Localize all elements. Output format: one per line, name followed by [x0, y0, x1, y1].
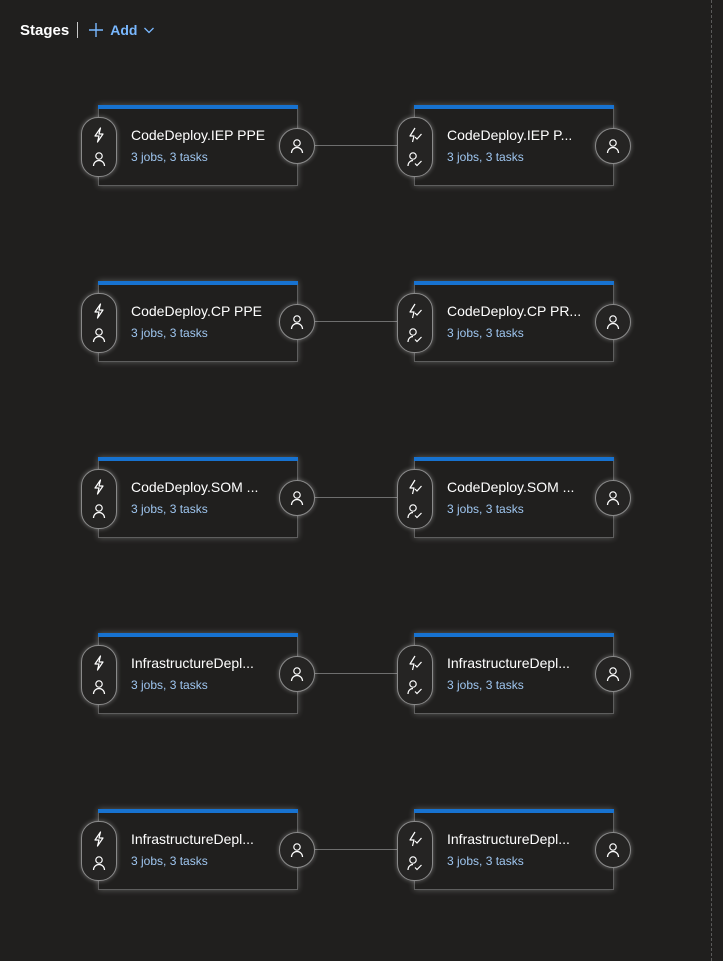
- stage-card[interactable]: CodeDeploy.SOM ... 3 jobs, 3 tasks: [397, 457, 631, 538]
- post-deployment-conditions[interactable]: [279, 304, 315, 340]
- pre-deployment-conditions[interactable]: [81, 645, 117, 705]
- person-check-icon: [407, 855, 423, 871]
- pre-deployment-conditions[interactable]: [81, 469, 117, 529]
- stage-connector: [314, 849, 398, 850]
- person-icon: [606, 666, 620, 682]
- stage-row: InfrastructureDepl... 3 jobs, 3 tasks In…: [0, 809, 723, 890]
- stage-row: InfrastructureDepl... 3 jobs, 3 tasks In…: [0, 633, 723, 714]
- pre-deployment-conditions[interactable]: [81, 821, 117, 881]
- stage-name: CodeDeploy.SOM ...: [447, 479, 575, 495]
- person-icon: [92, 151, 106, 167]
- stage-name: InfrastructureDepl...: [447, 831, 570, 847]
- stage-jobs-tasks[interactable]: 3 jobs, 3 tasks: [447, 150, 524, 164]
- lightning-icon: [92, 479, 106, 495]
- person-check-icon: [407, 679, 423, 695]
- stage-jobs-tasks[interactable]: 3 jobs, 3 tasks: [447, 678, 524, 692]
- lightning-check-icon: [407, 831, 423, 847]
- post-deployment-conditions[interactable]: [279, 480, 315, 516]
- stage-jobs-tasks[interactable]: 3 jobs, 3 tasks: [447, 854, 524, 868]
- add-label: Add: [110, 22, 138, 38]
- lightning-icon: [92, 303, 106, 319]
- pre-deployment-conditions[interactable]: [81, 293, 117, 353]
- lightning-check-icon: [407, 479, 423, 495]
- lightning-check-icon: [407, 655, 423, 671]
- post-deployment-conditions[interactable]: [279, 128, 315, 164]
- stage-jobs-tasks[interactable]: 3 jobs, 3 tasks: [447, 326, 524, 340]
- stage-card[interactable]: CodeDeploy.IEP PPE 3 jobs, 3 tasks: [81, 105, 315, 186]
- pre-deployment-conditions[interactable]: [397, 821, 433, 881]
- stage-row: CodeDeploy.IEP PPE 3 jobs, 3 tasks CodeD…: [0, 105, 723, 186]
- stage-row: CodeDeploy.CP PPE 3 jobs, 3 tasks CodeDe…: [0, 281, 723, 362]
- stage-name: CodeDeploy.CP PPE: [131, 303, 262, 319]
- post-deployment-conditions[interactable]: [595, 480, 631, 516]
- stage-card[interactable]: InfrastructureDepl... 3 jobs, 3 tasks: [397, 633, 631, 714]
- person-icon: [606, 314, 620, 330]
- stage-name: InfrastructureDepl...: [131, 831, 254, 847]
- stage-connector: [314, 321, 398, 322]
- stage-card[interactable]: InfrastructureDepl... 3 jobs, 3 tasks: [81, 809, 315, 890]
- stage-jobs-tasks[interactable]: 3 jobs, 3 tasks: [131, 854, 208, 868]
- pre-deployment-conditions[interactable]: [397, 117, 433, 177]
- person-icon: [92, 503, 106, 519]
- stage-name: CodeDeploy.IEP PPE: [131, 127, 266, 143]
- lightning-icon: [92, 655, 106, 671]
- person-icon: [290, 314, 304, 330]
- stage-card[interactable]: CodeDeploy.SOM ... 3 jobs, 3 tasks: [81, 457, 315, 538]
- person-check-icon: [407, 503, 423, 519]
- header-divider: [77, 22, 79, 38]
- person-icon: [290, 666, 304, 682]
- stage-card[interactable]: CodeDeploy.CP PR... 3 jobs, 3 tasks: [397, 281, 631, 362]
- plus-icon: [88, 22, 104, 38]
- stage-name: InfrastructureDepl...: [447, 655, 570, 671]
- person-icon: [92, 855, 106, 871]
- lightning-icon: [92, 127, 106, 143]
- person-icon: [290, 138, 304, 154]
- person-icon: [290, 842, 304, 858]
- stage-jobs-tasks[interactable]: 3 jobs, 3 tasks: [131, 678, 208, 692]
- stage-jobs-tasks[interactable]: 3 jobs, 3 tasks: [447, 502, 524, 516]
- pre-deployment-conditions[interactable]: [397, 645, 433, 705]
- person-icon: [92, 327, 106, 343]
- stage-card[interactable]: CodeDeploy.CP PPE 3 jobs, 3 tasks: [81, 281, 315, 362]
- person-icon: [606, 842, 620, 858]
- person-icon: [92, 679, 106, 695]
- person-icon: [290, 490, 304, 506]
- person-icon: [606, 490, 620, 506]
- pre-deployment-conditions[interactable]: [81, 117, 117, 177]
- person-check-icon: [407, 151, 423, 167]
- stage-connector: [314, 497, 398, 498]
- pre-deployment-conditions[interactable]: [397, 469, 433, 529]
- stages-title: Stages: [20, 21, 70, 39]
- post-deployment-conditions[interactable]: [595, 832, 631, 868]
- stage-jobs-tasks[interactable]: 3 jobs, 3 tasks: [131, 150, 208, 164]
- post-deployment-conditions[interactable]: [279, 656, 315, 692]
- lightning-check-icon: [407, 303, 423, 319]
- lightning-check-icon: [407, 127, 423, 143]
- stage-card[interactable]: CodeDeploy.IEP P... 3 jobs, 3 tasks: [397, 105, 631, 186]
- stage-card[interactable]: InfrastructureDepl... 3 jobs, 3 tasks: [81, 633, 315, 714]
- stage-jobs-tasks[interactable]: 3 jobs, 3 tasks: [131, 326, 208, 340]
- person-icon: [606, 138, 620, 154]
- stage-connector: [314, 673, 398, 674]
- chevron-down-icon[interactable]: [143, 24, 155, 36]
- post-deployment-conditions[interactable]: [595, 304, 631, 340]
- post-deployment-conditions[interactable]: [595, 656, 631, 692]
- stage-jobs-tasks[interactable]: 3 jobs, 3 tasks: [131, 502, 208, 516]
- stage-name: InfrastructureDepl...: [131, 655, 254, 671]
- stage-name: CodeDeploy.IEP P...: [447, 127, 573, 143]
- stage-row: CodeDeploy.SOM ... 3 jobs, 3 tasks CodeD…: [0, 457, 723, 538]
- person-check-icon: [407, 327, 423, 343]
- stage-name: CodeDeploy.CP PR...: [447, 303, 582, 319]
- add-stage-button[interactable]: Add: [88, 22, 155, 38]
- stage-name: CodeDeploy.SOM ...: [131, 479, 259, 495]
- post-deployment-conditions[interactable]: [279, 832, 315, 868]
- post-deployment-conditions[interactable]: [595, 128, 631, 164]
- stage-card[interactable]: InfrastructureDepl... 3 jobs, 3 tasks: [397, 809, 631, 890]
- stages-header: Stages Add: [20, 18, 155, 42]
- pre-deployment-conditions[interactable]: [397, 293, 433, 353]
- stage-connector: [314, 145, 398, 146]
- lightning-icon: [92, 831, 106, 847]
